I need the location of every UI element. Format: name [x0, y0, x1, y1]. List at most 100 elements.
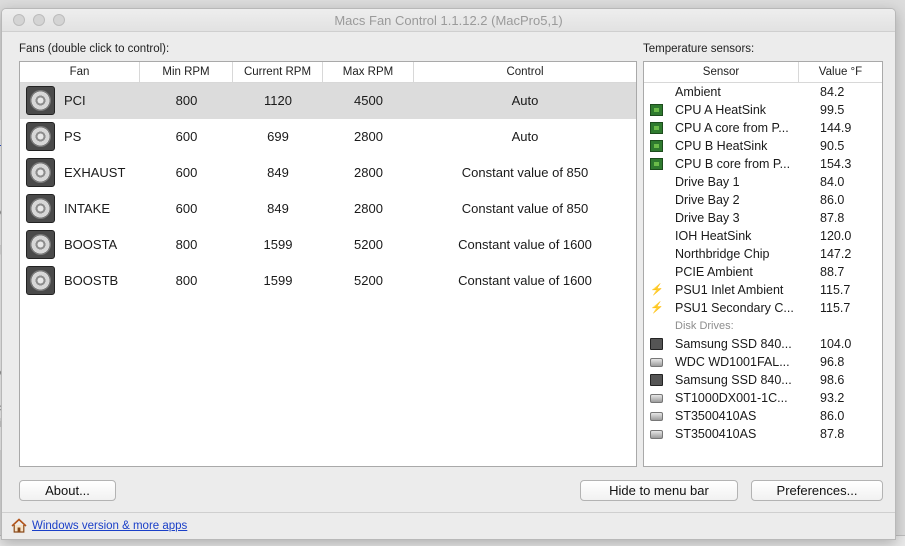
sensor-value: 98.6 [820, 373, 845, 387]
column-header-min-rpm[interactable]: Min RPM [140, 62, 233, 82]
sensor-row[interactable]: ST1000DX001-1C... 93.2 [644, 389, 882, 407]
fan-cell-min: 800 [175, 273, 198, 288]
fan-cell-control: Auto [511, 93, 539, 108]
sensor-row[interactable]: CPU A HeatSink 99.5 [644, 101, 882, 119]
sensor-value: 88.7 [820, 265, 845, 279]
sensor-row[interactable]: Samsung SSD 840... 104.0 [644, 335, 882, 353]
sensor-row[interactable]: PCIE Ambient 88.7 [644, 263, 882, 281]
fan-cell-max: 5200 [354, 273, 383, 288]
app-window: Macs Fan Control 1.1.12.2 (MacPro5,1) Fa… [1, 8, 896, 540]
fan-cell-current: 1120 [264, 93, 292, 108]
fan-cell-control: Constant value of 1600 [458, 273, 592, 288]
sensor-row[interactable]: Samsung SSD 840... 98.6 [644, 371, 882, 389]
column-header-fan[interactable]: Fan [20, 62, 140, 82]
fans-table[interactable]: Fan Min RPM Current RPM Max RPM Control … [19, 61, 637, 467]
window-title: Macs Fan Control 1.1.12.2 (MacPro5,1) [334, 13, 563, 28]
sensor-row[interactable]: Drive Bay 1 84.0 [644, 173, 882, 191]
sensor-name: PSU1 Secondary C... [675, 301, 794, 315]
sensor-row[interactable]: IOH HeatSink 120.0 [644, 227, 882, 245]
fan-cell-name: PCI [64, 93, 86, 108]
sensor-row[interactable]: ST3500410AS 86.0 [644, 407, 882, 425]
sensor-name: PSU1 Inlet Ambient [675, 283, 784, 297]
column-header-max-rpm[interactable]: Max RPM [323, 62, 414, 82]
sensor-value: 87.8 [820, 427, 845, 441]
sensor-name: IOH HeatSink [675, 229, 752, 243]
fan-row[interactable]: INTAKE 600 849 2800 Constant value of 850 [20, 191, 636, 227]
sensor-row[interactable]: CPU A core from P... 144.9 [644, 119, 882, 137]
sensor-row[interactable]: WDC WD1001FAL... 96.8 [644, 353, 882, 371]
temperature-table-header: Sensor Value °F [644, 62, 882, 83]
chip-icon [650, 122, 663, 134]
fan-blade-icon [30, 234, 51, 255]
fan-row[interactable]: BOOSTA 800 1599 5200 Constant value of 1600 [20, 227, 636, 263]
fan-cell-min: 600 [175, 201, 198, 216]
fan-row[interactable]: BOOSTB 800 1599 5200 Constant value of 1600 [20, 263, 636, 299]
sensor-name: PCIE Ambient [675, 265, 753, 279]
fan-row[interactable]: EXHAUST 600 849 2800 Constant value of 850 [20, 155, 636, 191]
fan-icon [26, 158, 55, 187]
sensor-value: 115.7 [820, 301, 851, 315]
sensor-name: Drive Bay 1 [675, 175, 740, 189]
sensor-value: 93.2 [820, 391, 845, 405]
windows-version-link[interactable]: Windows version & more apps [32, 520, 187, 532]
fan-cell-current: 849 [267, 165, 289, 180]
sensor-name: ST3500410AS [675, 409, 757, 423]
fan-cell-name: EXHAUST [64, 165, 126, 180]
sensor-row[interactable]: Ambient 84.2 [644, 83, 882, 101]
sensor-row[interactable]: Drive Bay 3 87.8 [644, 209, 882, 227]
fan-icon [26, 194, 55, 223]
sensor-name: ST3500410AS [675, 427, 757, 441]
fan-cell-control: Constant value of 850 [461, 201, 589, 216]
bolt-icon: ⚡ [650, 302, 664, 314]
fan-icon [26, 266, 55, 295]
fan-cell-control: Constant value of 1600 [458, 237, 592, 252]
sensor-name: WDC WD1001FAL... [675, 355, 790, 369]
chip-icon [650, 158, 663, 170]
sensor-name: CPU A HeatSink [675, 103, 767, 117]
fan-cell-control: Auto [511, 129, 539, 144]
sensor-row[interactable]: Northbridge Chip 147.2 [644, 245, 882, 263]
fan-cell-max: 4500 [354, 93, 383, 108]
title-bar[interactable]: Macs Fan Control 1.1.12.2 (MacPro5,1) [2, 9, 895, 32]
sensor-row[interactable]: Drive Bay 2 86.0 [644, 191, 882, 209]
temps-section-label: Temperature sensors: [643, 43, 755, 55]
fan-cell-control: Constant value of 850 [461, 165, 589, 180]
sensor-name: CPU B HeatSink [675, 139, 768, 153]
fans-section-label: Fans (double click to control): [19, 43, 170, 55]
sensor-value: 144.9 [820, 121, 852, 135]
fan-cell-max: 2800 [354, 165, 383, 180]
column-header-sensor[interactable]: Sensor [644, 62, 799, 82]
sensor-row[interactable]: CPU B HeatSink 90.5 [644, 137, 882, 155]
temperature-table[interactable]: Sensor Value °F Ambient 84.2 CPU A HeatSin… [643, 61, 883, 467]
sensor-row[interactable]: ST3500410AS 87.8 [644, 425, 882, 443]
preferences-button[interactable]: Preferences... [751, 480, 883, 501]
fan-row[interactable]: PS 600 699 2800 Auto [20, 119, 636, 155]
sensor-name: Drive Bay 2 [675, 193, 740, 207]
column-header-current-rpm[interactable]: Current RPM [233, 62, 323, 82]
sensor-row[interactable]: CPU B core from P... 154.3 [644, 155, 882, 173]
sensor-name: Ambient [675, 85, 721, 99]
fan-cell-min: 800 [175, 237, 198, 252]
fan-cell-max: 2800 [354, 201, 383, 216]
sensor-name: Northbridge Chip [675, 247, 770, 261]
about-button[interactable]: About... [19, 480, 116, 501]
sensor-name: CPU B core from P... [675, 157, 791, 171]
fan-cell-current: 1599 [263, 237, 293, 252]
bolt-icon: ⚡ [650, 284, 664, 296]
sensor-row[interactable]: ⚡ PSU1 Secondary C... 115.7 [644, 299, 882, 317]
sensor-value: 87.8 [820, 211, 845, 225]
column-header-value[interactable]: Value °F [799, 62, 882, 82]
sensor-row[interactable]: ⚡ PSU1 Inlet Ambient 115.7 [644, 281, 882, 299]
fan-blade-icon [30, 198, 51, 219]
fan-cell-name: PS [64, 129, 82, 144]
sensor-value: 104.0 [820, 337, 852, 351]
column-header-control[interactable]: Control [414, 62, 636, 82]
fan-blade-icon [30, 270, 51, 291]
hide-to-menu-bar-button[interactable]: Hide to menu bar [580, 480, 738, 501]
sensor-name: Drive Bay 3 [675, 211, 740, 225]
home-icon [11, 518, 27, 533]
fans-table-header: Fan Min RPM Current RPM Max RPM Control [20, 62, 636, 83]
fan-icon [26, 230, 55, 259]
fan-cell-max: 5200 [354, 237, 383, 252]
fan-row[interactable]: PCI 800 1120 4500 Auto [20, 83, 636, 119]
